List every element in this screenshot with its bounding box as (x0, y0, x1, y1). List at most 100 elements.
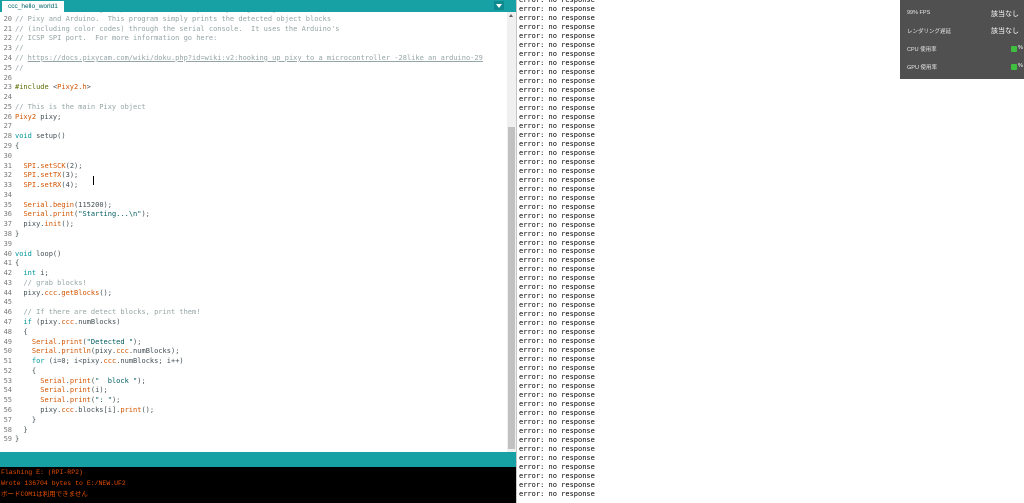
line-number: 46 (3, 308, 12, 317)
serial-output-line: error: no response (519, 265, 595, 274)
code-token: } (15, 435, 20, 444)
line-number: 59 (3, 435, 12, 444)
perf-value: 該当なし (991, 27, 1019, 35)
line-number: 26 (3, 112, 12, 121)
serial-output-line: error: no response (519, 94, 595, 103)
line-number: 24 (3, 93, 12, 101)
code-token: ": " (95, 396, 112, 405)
code-text: int i; (15, 268, 49, 278)
code-text: // (15, 43, 23, 53)
editor-tab-bar: ccc_hello_world1 (0, 0, 516, 12)
perf-row-render-latency: レンダリング遅延 該当なし (900, 22, 1024, 40)
code-token: print (69, 386, 91, 395)
serial-output-line: error: no response (519, 40, 595, 49)
code-token: https://docs.pixycam.com/wiki/doku.php?i… (27, 53, 483, 62)
code-token: SPI (23, 181, 37, 189)
code-token: } (15, 415, 37, 424)
serial-output-line: error: no response (519, 319, 595, 328)
code-token: Serial (23, 210, 49, 219)
code-text: for (i=0; i<pixy.ccc.numBlocks; i++) (15, 356, 184, 366)
line-number: 32 (3, 171, 12, 180)
code-token: ccc (103, 357, 117, 366)
serial-output-line: error: no response (519, 373, 595, 382)
code-token: print (69, 376, 91, 385)
tab-menu-button[interactable] (494, 1, 504, 10)
line-number: 52 (3, 366, 12, 375)
scrollbar-thumb[interactable] (508, 127, 515, 449)
code-token: Pixy2.h (57, 83, 87, 92)
code-text: // (including color codes) through the s… (15, 24, 340, 34)
code-text: } (15, 229, 19, 239)
serial-output-line: error: no response (519, 355, 595, 364)
code-token: int (23, 269, 37, 278)
serial-output-line: error: no response (519, 400, 595, 409)
code-text: // Pixy and Arduino. This program simply… (15, 14, 331, 24)
line-number: 34 (3, 190, 12, 199)
code-text: { (15, 366, 36, 376)
code-token: (3); (61, 171, 79, 180)
serial-output-line: error: no response (519, 471, 595, 480)
line-number: 24 (3, 53, 12, 62)
code-token: ccc (116, 347, 129, 356)
serial-output-line: error: no response (519, 489, 595, 498)
code-text: } (15, 425, 28, 435)
code-token: .blocks[i]. (74, 406, 121, 414)
serial-output-line: error: no response (519, 463, 595, 471)
serial-output-line: error: no response (519, 292, 595, 301)
serial-output-line: error: no response (519, 247, 595, 256)
code-token: (pixy. (31, 318, 62, 326)
perf-label: CPU 使用率 (907, 47, 937, 53)
code-text: void loop() (15, 249, 61, 259)
code-token: ); (137, 376, 146, 385)
code-token: ); (111, 396, 121, 405)
code-text: Serial.print("Detected "); (15, 337, 142, 347)
tab-ccc-hello-world1[interactable]: ccc_hello_world1 (2, 1, 64, 12)
code-text: } (15, 434, 19, 444)
code-token: .numBlocks); (128, 347, 180, 356)
code-token: loop() (31, 249, 62, 258)
code-token: .numBlocks; i++) (116, 357, 184, 366)
serial-output-line: error: no response (519, 130, 595, 139)
code-token: for (31, 357, 45, 366)
scroll-up-arrow-icon[interactable] (509, 14, 513, 17)
serial-output-line: error: no response (519, 427, 595, 435)
serial-output-line: error: no response (519, 31, 595, 40)
code-token: } (15, 425, 28, 434)
line-number: 20 (3, 14, 12, 23)
code-text: Serial.print(" block "); (15, 376, 146, 386)
code-token: getBlocks (61, 288, 100, 297)
serial-output-line: error: no response (519, 157, 595, 166)
serial-output-line: error: no response (519, 103, 595, 112)
perf-row-fps: 99% FPS 該当なし (900, 5, 1024, 23)
line-number: 54 (3, 386, 12, 395)
serial-output-line: error: no response (519, 229, 595, 238)
code-text: void setup() (15, 131, 66, 141)
code-text: // ICSP SPI port. For more information g… (15, 33, 217, 43)
text-cursor (93, 176, 94, 185)
editor-vertical-scrollbar[interactable] (507, 12, 516, 452)
code-token: i; (36, 269, 49, 278)
perf-label: レンダリング遅延 (907, 29, 952, 35)
line-number: 23 (3, 83, 12, 92)
code-area[interactable]: 19// This sketch is a good place to star… (0, 12, 507, 452)
code-token: pixy; (36, 112, 62, 121)
serial-output-line: error: no response (519, 139, 595, 148)
code-text: // This is the main Pixy object (15, 102, 146, 112)
serial-output-line: error: no response (519, 202, 595, 211)
code-text: pixy.ccc.blocks[i].print(); (15, 405, 154, 415)
line-number: 30 (3, 151, 12, 160)
line-number: 51 (3, 357, 12, 366)
serial-output-line: error: no response (519, 67, 595, 76)
serial-output-line: error: no response (519, 220, 595, 229)
line-number: 40 (3, 249, 12, 258)
code-token: // (15, 63, 24, 72)
code-text: // (15, 63, 23, 73)
serial-output-line: error: no response (519, 175, 595, 184)
line-number: 39 (3, 239, 12, 248)
serial-monitor-output[interactable]: error: no response error: no response erro… (516, 0, 901, 503)
serial-output-line: error: no response (519, 76, 595, 85)
